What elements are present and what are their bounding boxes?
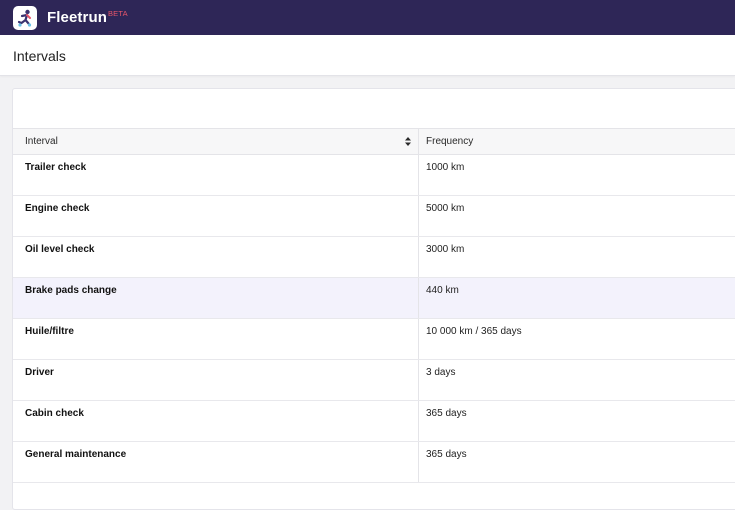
interval-name: Brake pads change [13, 278, 419, 319]
interval-frequency: 1000 km [419, 155, 735, 196]
interval-name: Engine check [13, 196, 419, 237]
column-header-label: Interval [25, 136, 58, 147]
fleetrun-logo-icon[interactable] [13, 6, 37, 30]
top-navigation-bar: FleetrunBETA [0, 0, 735, 35]
interval-frequency: 5000 km [419, 196, 735, 237]
table-row[interactable]: Trailer check 1000 km [13, 155, 735, 196]
interval-frequency: 365 days [419, 401, 735, 442]
interval-name: Cabin check [13, 401, 419, 442]
table-row[interactable]: Oil level check 3000 km [13, 237, 735, 278]
column-header-frequency[interactable]: Frequency [419, 129, 735, 155]
table-row[interactable]: Engine check 5000 km [13, 196, 735, 237]
intervals-table: Interval Frequency Trailer check 1000 km… [13, 128, 735, 483]
table-header-row: Interval Frequency [13, 129, 735, 155]
page-header: Intervals [0, 35, 735, 76]
table-row[interactable]: Cabin check 365 days [13, 401, 735, 442]
interval-name: Trailer check [13, 155, 419, 196]
column-header-label: Frequency [426, 136, 473, 147]
app-title: Fleetrun [47, 9, 107, 26]
table-row[interactable]: Huile/filtre 10 000 km / 365 days [13, 319, 735, 360]
interval-frequency: 365 days [419, 442, 735, 483]
interval-name: Driver [13, 360, 419, 401]
sort-icon[interactable] [404, 136, 412, 147]
interval-frequency: 3 days [419, 360, 735, 401]
interval-frequency: 10 000 km / 365 days [419, 319, 735, 360]
beta-badge: BETA [108, 9, 128, 18]
intervals-card: Interval Frequency Trailer check 1000 km… [12, 88, 735, 510]
table-row[interactable]: Driver 3 days [13, 360, 735, 401]
interval-name: Huile/filtre [13, 319, 419, 360]
app-name[interactable]: FleetrunBETA [47, 9, 128, 26]
interval-frequency: 440 km [419, 278, 735, 319]
table-row-highlighted[interactable]: Brake pads change 440 km [13, 278, 735, 319]
runner-logo-icon [15, 8, 35, 28]
table-row[interactable]: General maintenance 365 days [13, 442, 735, 483]
interval-name: General maintenance [13, 442, 419, 483]
interval-frequency: 3000 km [419, 237, 735, 278]
page-title: Intervals [13, 48, 66, 64]
column-header-interval[interactable]: Interval [13, 129, 419, 155]
interval-name: Oil level check [13, 237, 419, 278]
